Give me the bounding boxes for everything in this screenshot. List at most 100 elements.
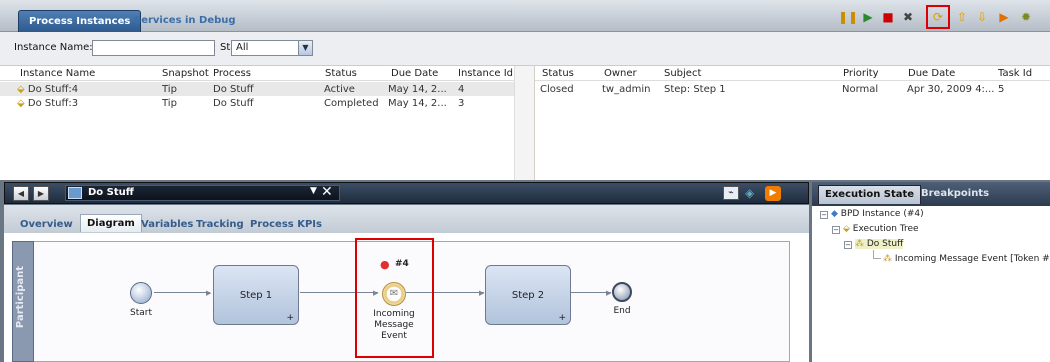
col-snapshot[interactable]: Snapshot [162,68,209,79]
refresh-icon[interactable]: ⟳ [926,5,950,29]
tab-overview[interactable]: Overview [20,216,73,234]
cell-task-status: Closed [540,84,574,95]
col-owner[interactable]: Owner [604,68,637,79]
tab-breakpoints[interactable]: Breakpoints [921,188,989,199]
chevron-down-icon[interactable]: ▼ [298,41,312,55]
arrow-icon: ▶ [479,289,485,297]
do-stuff-label: Do Stuff [866,239,904,249]
step-1-label: Step 1 [239,290,273,301]
cell-subject: Step: Step 1 [664,84,726,95]
tab-process-kpis[interactable]: Process KPIs [250,216,322,234]
diagram-toolbar: ◀ ▶ Do Stuff ▼ ✕ ⌁ ◈ ▶ [4,182,809,204]
start-event[interactable] [130,282,152,304]
col-process[interactable]: Process [213,68,251,79]
chevron-down-icon[interactable]: ▼ [310,186,317,196]
process-icon [68,187,82,199]
event-tree-label: Incoming Message Event [Token #4 [894,254,1050,264]
down-arrow-icon[interactable]: ⇩ [974,9,990,25]
expand-icon: + [558,313,566,323]
event-label-1: Incoming [373,309,415,319]
cell-status: Active [324,84,355,95]
tree-event[interactable]: ⁂ Incoming Message Event [Token #4 [883,254,1050,264]
lane-label: Participant [15,266,26,329]
step-icon[interactable]: ▶ [860,9,876,25]
cell-process: Do Stuff [213,84,254,95]
instance-name-input[interactable] [92,40,215,56]
message-event[interactable]: ✉ [382,282,406,306]
col-subject[interactable]: Subject [664,68,701,79]
event-label-3: Event [381,331,407,341]
col-task-id[interactable]: Task Id [998,68,1032,79]
end-label: End [613,306,631,316]
cell-id: 3 [458,98,465,109]
cell-snapshot: Tip [162,84,177,95]
instance-name-label: Instance Name: [14,42,93,53]
col-instance-id[interactable]: Instance Id [458,68,513,79]
cell-task-due: Apr 30, 2009 4:... [907,84,995,95]
tab-execution-state[interactable]: Execution State [818,185,922,204]
col-status[interactable]: Status [325,68,357,79]
status-select-value: All [236,42,249,53]
cell-task-id: 5 [998,84,1005,95]
col-due-date[interactable]: Due Date [391,68,438,79]
chart-icon[interactable]: ⌁ [723,186,739,200]
collapse-icon[interactable]: − [844,241,852,249]
tree-do-stuff[interactable]: ⁂ Do Stuff [855,239,904,249]
tree-line [873,258,881,259]
collapse-icon[interactable]: − [832,226,840,234]
col-task-due[interactable]: Due Date [908,68,955,79]
cell-status: Completed [324,98,379,109]
run-icon[interactable]: ▶ [996,9,1012,25]
arrow-icon: ▶ [606,289,612,297]
cell-name: Do Stuff:4 [27,84,79,95]
connector [571,292,611,293]
process-select[interactable]: Do Stuff ▼ [65,185,340,201]
cell-priority: Normal [842,84,879,95]
cell-name: Do Stuff:3 [27,98,79,109]
event-label-2: Message [374,320,414,330]
forward-icon[interactable]: ▶ [33,186,49,201]
arrow-icon: ▶ [206,289,212,297]
start-label: Start [130,308,152,318]
status-select[interactable]: All ▼ [231,40,313,56]
tree-bpd[interactable]: ◆ BPD Instance (#4) [831,209,924,219]
row-icon: ⬙ Do Stuff:4 [17,84,79,95]
header-divider [535,80,1050,81]
back-icon[interactable]: ◀ [13,186,29,201]
scrollbar[interactable] [514,66,534,180]
stop-icon[interactable]: ■ [880,9,896,25]
connector [154,292,210,293]
end-event[interactable] [612,282,632,302]
cell-id: 4 [458,84,465,95]
col-priority[interactable]: Priority [843,68,879,79]
cell-due: May 14, 2... [388,98,447,109]
pin-icon: ● [380,258,390,271]
tab-tracking[interactable]: Tracking [196,216,244,234]
delete-icon[interactable]: ✖ [900,9,916,25]
col-instance-name[interactable]: Instance Name [20,68,95,79]
collapse-icon[interactable]: − [820,211,828,219]
bpd-label: BPD Instance (#4) [840,209,924,219]
tab-variables[interactable]: Variables [141,216,193,234]
play-icon[interactable]: ▶ [765,186,781,201]
debug-icon[interactable]: ✹ [1018,9,1034,25]
cell-owner: tw_admin [602,84,651,95]
cell-process: Do Stuff [213,98,254,109]
pause-icon[interactable]: ❚❚ [838,9,858,25]
tree-execution[interactable]: ⬙ Execution Tree [843,224,919,234]
cell-due: May 14, 2... [388,84,447,95]
col-task-status[interactable]: Status [542,68,574,79]
cell-snapshot: Tip [162,98,177,109]
token-label: #4 [395,259,409,269]
expand-icon: + [286,313,294,323]
tab-services-in-debug[interactable]: Services in Debug [124,10,246,32]
up-arrow-icon[interactable]: ⇧ [954,9,970,25]
step-2-task[interactable]: Step 2 + [485,265,571,325]
close-icon[interactable]: ✕ [321,184,333,200]
row-icon: ⬙ Do Stuff:3 [17,98,79,109]
tab-process-instances[interactable]: Process Instances [18,10,142,32]
token-icon[interactable]: ◈ [745,186,761,200]
tab-diagram[interactable]: Diagram [80,214,142,232]
step-1-task[interactable]: Step 1 + [213,265,299,325]
header-divider [0,80,534,81]
